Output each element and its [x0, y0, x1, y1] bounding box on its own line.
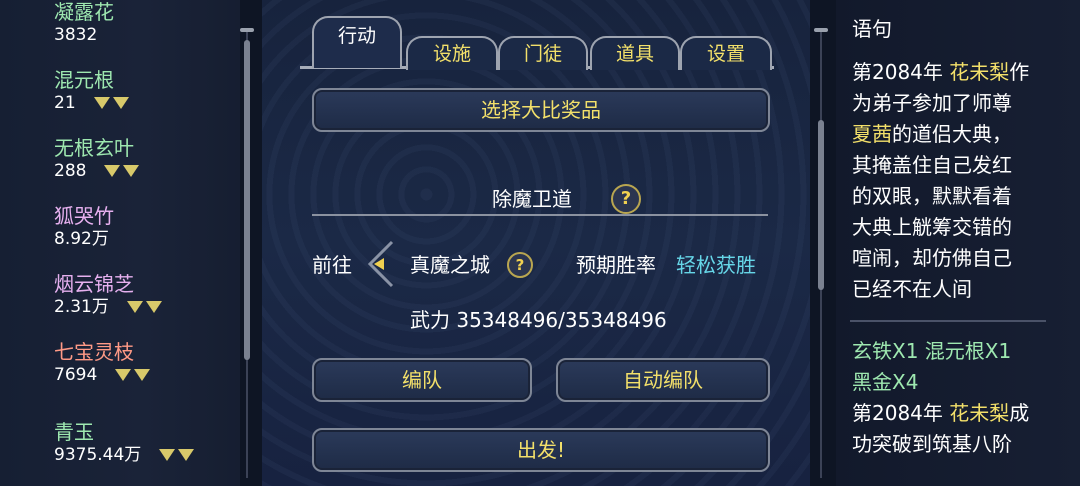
resource-item[interactable]: 凝露花 3832: [54, 0, 114, 46]
win-rate-value: 轻松获胜: [676, 253, 756, 277]
resource-amount: 8.92万: [54, 229, 109, 249]
reward-line: 黑金X4: [852, 370, 919, 394]
power-readout: 武力 35348496/35348496: [410, 308, 667, 332]
resource-item[interactable]: 无根玄叶 288: [54, 136, 140, 182]
formation-button[interactable]: 编队: [312, 358, 532, 402]
log-line: 功突破到筑基八阶: [852, 432, 1012, 456]
resource-item[interactable]: 七宝灵枝 7694: [54, 340, 151, 386]
resource-amount: 9375.44万: [54, 445, 142, 465]
resource-item[interactable]: 烟云锦芝 2.31万: [54, 272, 162, 318]
resource-name: 凝露花: [54, 0, 114, 24]
select-prize-button[interactable]: 选择大比奖品: [312, 88, 770, 132]
down-triangle-icon: [126, 301, 143, 313]
resource-value-row: 9375.44万: [54, 444, 195, 466]
resource-value-row: 21: [54, 92, 129, 114]
down-triangle-icon: [178, 449, 195, 461]
section-title: 除魔卫道: [492, 187, 572, 211]
resource-name: 青玉: [54, 420, 94, 444]
resource-value-row: 2.31万: [54, 296, 162, 318]
tab-disciples[interactable]: 门徒: [498, 36, 588, 70]
left-scrollbar[interactable]: [244, 40, 250, 360]
log-line: 第2084年 花未梨成: [852, 401, 1030, 425]
location-name[interactable]: 真魔之城: [410, 252, 490, 278]
log-line: 喧闹，却仿佛自己: [852, 246, 1012, 270]
resource-value-row: 288: [54, 160, 140, 182]
log-line: 的双眼，默默看着: [852, 184, 1012, 208]
tab-facilities[interactable]: 设施: [406, 36, 498, 70]
resource-item[interactable]: 青玉 9375.44万: [54, 420, 195, 466]
location-arrow-icon[interactable]: [362, 238, 398, 290]
log-line: 夏茜的道侣大典，: [852, 122, 1012, 146]
location-help-icon[interactable]: ?: [507, 252, 533, 278]
down-triangle-icon: [104, 165, 121, 177]
down-triangle-icon: [115, 369, 132, 381]
master-name: 夏茜: [852, 122, 892, 146]
down-triangle-icon: [93, 97, 110, 109]
resource-amount: 2.31万: [54, 297, 109, 317]
section-divider: [312, 214, 768, 216]
log-line: 大典上觥筹交错的: [852, 215, 1012, 239]
demand-arrows-icon: [125, 301, 162, 313]
resource-name: 烟云锦芝: [54, 272, 134, 296]
demand-arrows-icon: [102, 165, 140, 177]
resource-amount: 21: [54, 93, 76, 113]
center-bar-cap: [814, 28, 828, 32]
down-triangle-icon: [145, 301, 162, 313]
resource-item[interactable]: 混元根 21: [54, 68, 129, 114]
win-rate-label: 预期胜率: [576, 253, 656, 277]
log-line: 第2084年 花未梨作: [852, 60, 1030, 84]
resource-name: 无根玄叶: [54, 136, 134, 160]
depart-button[interactable]: 出发!: [312, 428, 770, 472]
down-triangle-icon: [112, 97, 129, 109]
left-bar-cap: [240, 28, 254, 32]
resource-value-row: 8.92万: [54, 228, 114, 250]
demand-arrows-icon: [92, 97, 129, 109]
reward-line: 玄铁X1 混元根X1: [852, 339, 1012, 363]
go-to-label: 前往: [312, 253, 352, 277]
log-line: 为弟子参加了师尊: [852, 91, 1012, 115]
resource-amount: 288: [54, 161, 87, 181]
tab-settings[interactable]: 设置: [680, 36, 772, 70]
auto-formation-button[interactable]: 自动编队: [556, 358, 770, 402]
down-triangle-icon: [134, 369, 151, 381]
disciple-name: 花未梨: [949, 401, 1010, 425]
resource-name: 狐哭竹: [54, 204, 114, 228]
resource-value-row: 7694: [54, 364, 151, 386]
down-triangle-icon: [159, 449, 176, 461]
tab-action[interactable]: 行动: [312, 16, 402, 68]
help-icon[interactable]: ?: [611, 184, 641, 214]
demand-arrows-icon: [157, 449, 195, 461]
log-fragment: 语句: [852, 17, 892, 41]
log-line: 已经不在人间: [852, 277, 972, 301]
tab-items[interactable]: 道具: [590, 36, 680, 70]
center-scrollbar[interactable]: [818, 120, 824, 290]
resource-value-row: 3832: [54, 24, 114, 46]
action-panel: [262, 0, 810, 486]
resource-name: 七宝灵枝: [54, 340, 134, 364]
resource-amount: 7694: [54, 365, 98, 385]
resource-name: 混元根: [54, 68, 114, 92]
disciple-name: 花未梨: [949, 60, 1010, 84]
down-triangle-icon: [123, 165, 140, 177]
resource-item[interactable]: 狐哭竹 8.92万: [54, 204, 114, 250]
log-divider: [850, 320, 1046, 322]
demand-arrows-icon: [113, 369, 151, 381]
resource-amount: 3832: [54, 25, 98, 45]
log-line: 其掩盖住自己发红: [852, 153, 1012, 177]
